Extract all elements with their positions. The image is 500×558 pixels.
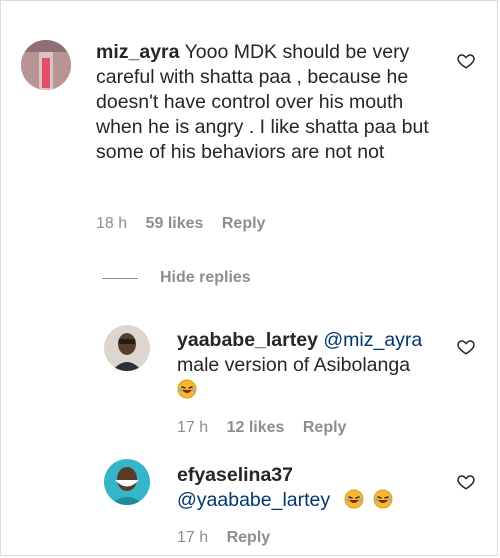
laughing-face-emoji-icon (373, 489, 393, 509)
reply-text: male version of Asibolanga (177, 354, 411, 376)
heart-outline-icon[interactable] (457, 52, 475, 70)
reply-button[interactable]: Reply (227, 529, 271, 546)
avatar[interactable] (104, 459, 150, 505)
hide-replies-label: Hide replies (160, 269, 251, 286)
reply-mention[interactable]: @yaababe_lartey (177, 489, 330, 511)
comment-username[interactable]: miz_ayra (96, 41, 179, 63)
reply-button[interactable]: Reply (222, 215, 266, 232)
hide-replies-toggle[interactable]: Hide replies (102, 268, 251, 288)
comment-body: miz_ayra Yooo MDK should be very careful… (96, 40, 446, 165)
reply-username[interactable]: efyaselina37 (177, 464, 293, 486)
comment-meta: 18 h 59 likes Reply (96, 215, 279, 233)
avatar[interactable] (104, 325, 150, 371)
reply-username[interactable]: yaababe_lartey (177, 329, 318, 351)
reply-time[interactable]: 17 h (177, 419, 208, 436)
reply-likes[interactable]: 12 likes (227, 419, 285, 436)
laughing-face-emoji-icon (177, 379, 197, 399)
heart-outline-icon[interactable] (457, 338, 475, 356)
reply-meta: 17 h Reply (177, 529, 284, 547)
reply-time[interactable]: 17 h (177, 529, 208, 546)
comment-time[interactable]: 18 h (96, 215, 127, 232)
laughing-face-emoji-icon (344, 489, 364, 509)
reply-mention[interactable]: @miz_ayra (323, 329, 422, 351)
reply-button[interactable]: Reply (303, 419, 347, 436)
heart-outline-icon[interactable] (457, 473, 475, 491)
reply-meta: 17 h 12 likes Reply (177, 419, 360, 437)
reply-body: efyaselina37 @yaababe_lartey (177, 463, 447, 513)
comment-likes[interactable]: 59 likes (146, 215, 204, 232)
reply-body: yaababe_lartey @miz_ayra male version of… (177, 328, 447, 403)
avatar[interactable] (21, 40, 71, 90)
divider (102, 277, 138, 279)
